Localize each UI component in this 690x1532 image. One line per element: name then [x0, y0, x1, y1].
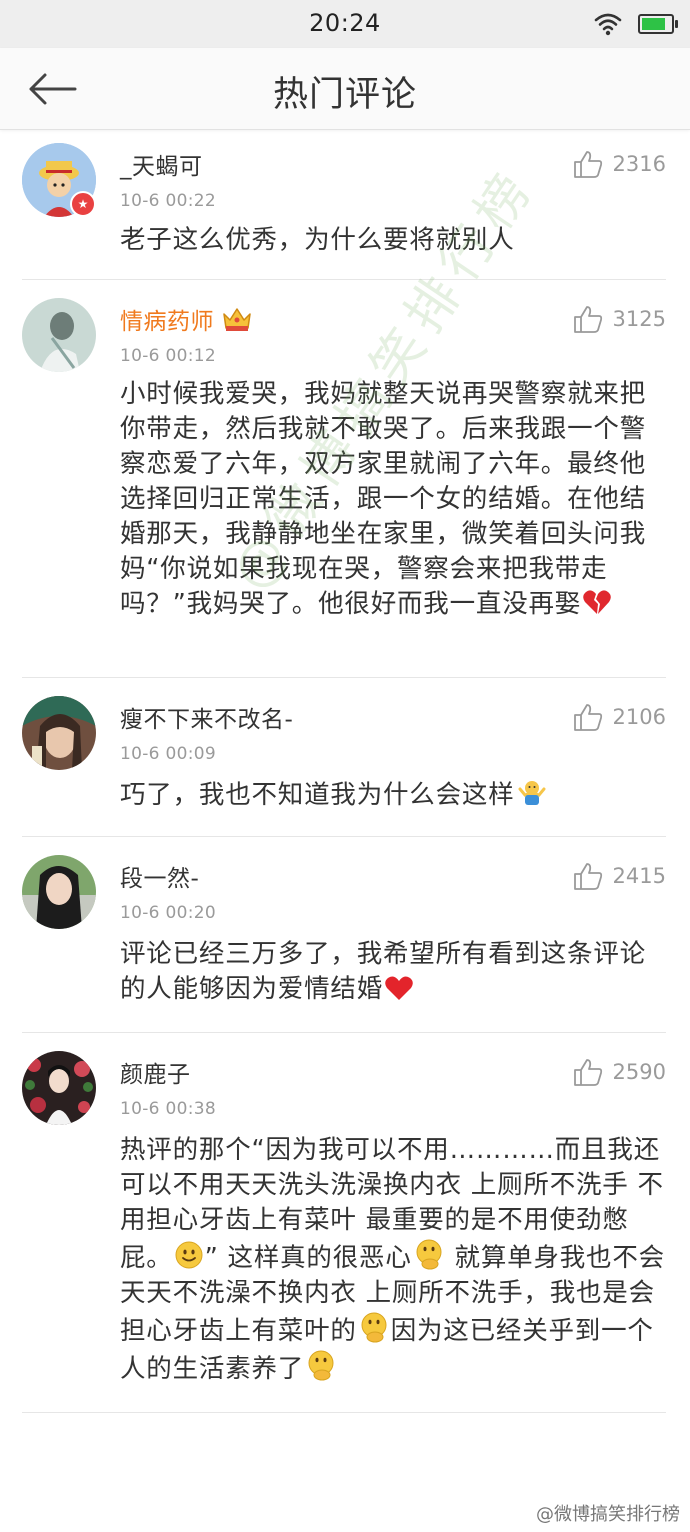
vip-crown-icon — [223, 308, 251, 331]
comment-time: 10-6 00:22 — [120, 191, 216, 211]
avatar-image — [22, 855, 96, 929]
thumbs-up-icon — [573, 1059, 602, 1086]
comment-item: ★ _天蝎可 10-6 00:22 2316 老子这么优秀，为什么要将就别人 — [22, 131, 666, 280]
comment-item: 段一然- 10-6 00:20 2415 评论已经三万多了，我希望所有看到这条评… — [22, 837, 666, 1033]
comment-time: 10-6 00:38 — [120, 1099, 216, 1119]
author-name: 情病药师 — [120, 309, 214, 335]
comment-text: 热评的那个“因为我可以不用…………而且我还可以不用天天洗头洗澡换内衣 上厕所不洗… — [120, 1133, 666, 1387]
battery-icon — [638, 14, 678, 34]
like-count: 2415 — [612, 864, 666, 888]
status-bar: 20:24 — [0, 0, 690, 48]
comment-text: 老子这么优秀，为什么要将就别人 — [120, 225, 515, 255]
avatar[interactable] — [22, 1051, 96, 1125]
thumbs-up-icon — [573, 704, 602, 731]
like-button[interactable]: 2415 — [573, 861, 666, 891]
comment-text: 小时候我爱哭，我妈就整天说再哭警察就来把你带走，然后我就不敢哭了。后来我跟一个警… — [120, 377, 666, 622]
comment-text: 巧了，我也不知道我为什么会这样 — [120, 778, 666, 813]
like-button[interactable]: 3125 — [573, 304, 666, 334]
comment-author[interactable]: 颜鹿子 — [120, 1055, 191, 1089]
avatar-image — [22, 696, 96, 770]
broken-heart-icon — [583, 590, 611, 614]
wifi-icon — [594, 13, 622, 36]
avatar[interactable] — [22, 298, 96, 372]
verified-badge: ★ — [70, 191, 96, 217]
comment-text-body: 评论已经三万多了，我希望所有看到这条评论的人能够因为爱情结婚 — [120, 939, 647, 1004]
comment-item: 瘦不下来不改名- 10-6 00:09 2106 巧了，我也不知道我为什么会这样 — [22, 678, 666, 837]
thumbs-up-icon — [573, 863, 602, 890]
thinking-emoji-icon — [308, 1350, 334, 1381]
comment-time: 10-6 00:12 — [120, 346, 216, 366]
comment-text: 评论已经三万多了，我希望所有看到这条评论的人能够因为爱情结婚 — [120, 937, 666, 1007]
like-button[interactable]: 2106 — [573, 702, 666, 732]
thumbs-up-icon — [573, 306, 602, 333]
avatar-image — [22, 298, 96, 372]
like-count: 2316 — [612, 152, 666, 176]
like-count: 3125 — [612, 307, 666, 331]
like-count: 2590 — [612, 1060, 666, 1084]
comment-author[interactable]: 段一然- — [120, 859, 199, 893]
comment-time: 10-6 00:20 — [120, 903, 216, 923]
shrug-emoji-icon — [518, 781, 546, 805]
like-button[interactable]: 2590 — [573, 1057, 666, 1087]
comment-time: 10-6 00:09 — [120, 744, 216, 764]
comment-author[interactable]: 瘦不下来不改名- — [120, 700, 293, 734]
comment-author[interactable]: 情病药师 — [120, 302, 252, 336]
avatar[interactable] — [22, 855, 96, 929]
status-time: 20:24 — [309, 9, 381, 37]
thumbs-up-icon — [573, 151, 602, 178]
comment-item: 情病药师 10-6 00:12 3125 小时候我爱哭，我妈就整天说再哭警察就来… — [22, 280, 666, 678]
thinking-emoji-icon — [361, 1312, 387, 1343]
header: 热门评论 — [0, 48, 690, 130]
comment-item: 颜鹿子 10-6 00:38 2590 热评的那个“因为我可以不用…………而且我… — [22, 1033, 666, 1413]
like-count: 2106 — [612, 705, 666, 729]
thinking-emoji-icon — [416, 1239, 442, 1270]
like-button[interactable]: 2316 — [573, 149, 666, 179]
smile-emoji-icon — [175, 1241, 203, 1269]
comment-list: ★ _天蝎可 10-6 00:22 2316 老子这么优秀，为什么要将就别人 情… — [0, 131, 690, 1413]
battery-level — [642, 18, 665, 30]
page-title: 热门评论 — [272, 75, 417, 115]
comment-text-part: ” 这样真的很恶心 — [204, 1243, 412, 1273]
comment-author[interactable]: _天蝎可 — [120, 147, 203, 181]
footer-watermark: @微博搞笑排行榜 — [536, 1504, 680, 1525]
red-heart-icon — [385, 976, 413, 1000]
comment-text-body: 小时候我爱哭，我妈就整天说再哭警察就来把你带走，然后我就不敢哭了。后来我跟一个警… — [120, 379, 647, 619]
avatar[interactable] — [22, 696, 96, 770]
avatar-image — [22, 1051, 96, 1125]
comment-text-body: 巧了，我也不知道我为什么会这样 — [120, 780, 515, 810]
